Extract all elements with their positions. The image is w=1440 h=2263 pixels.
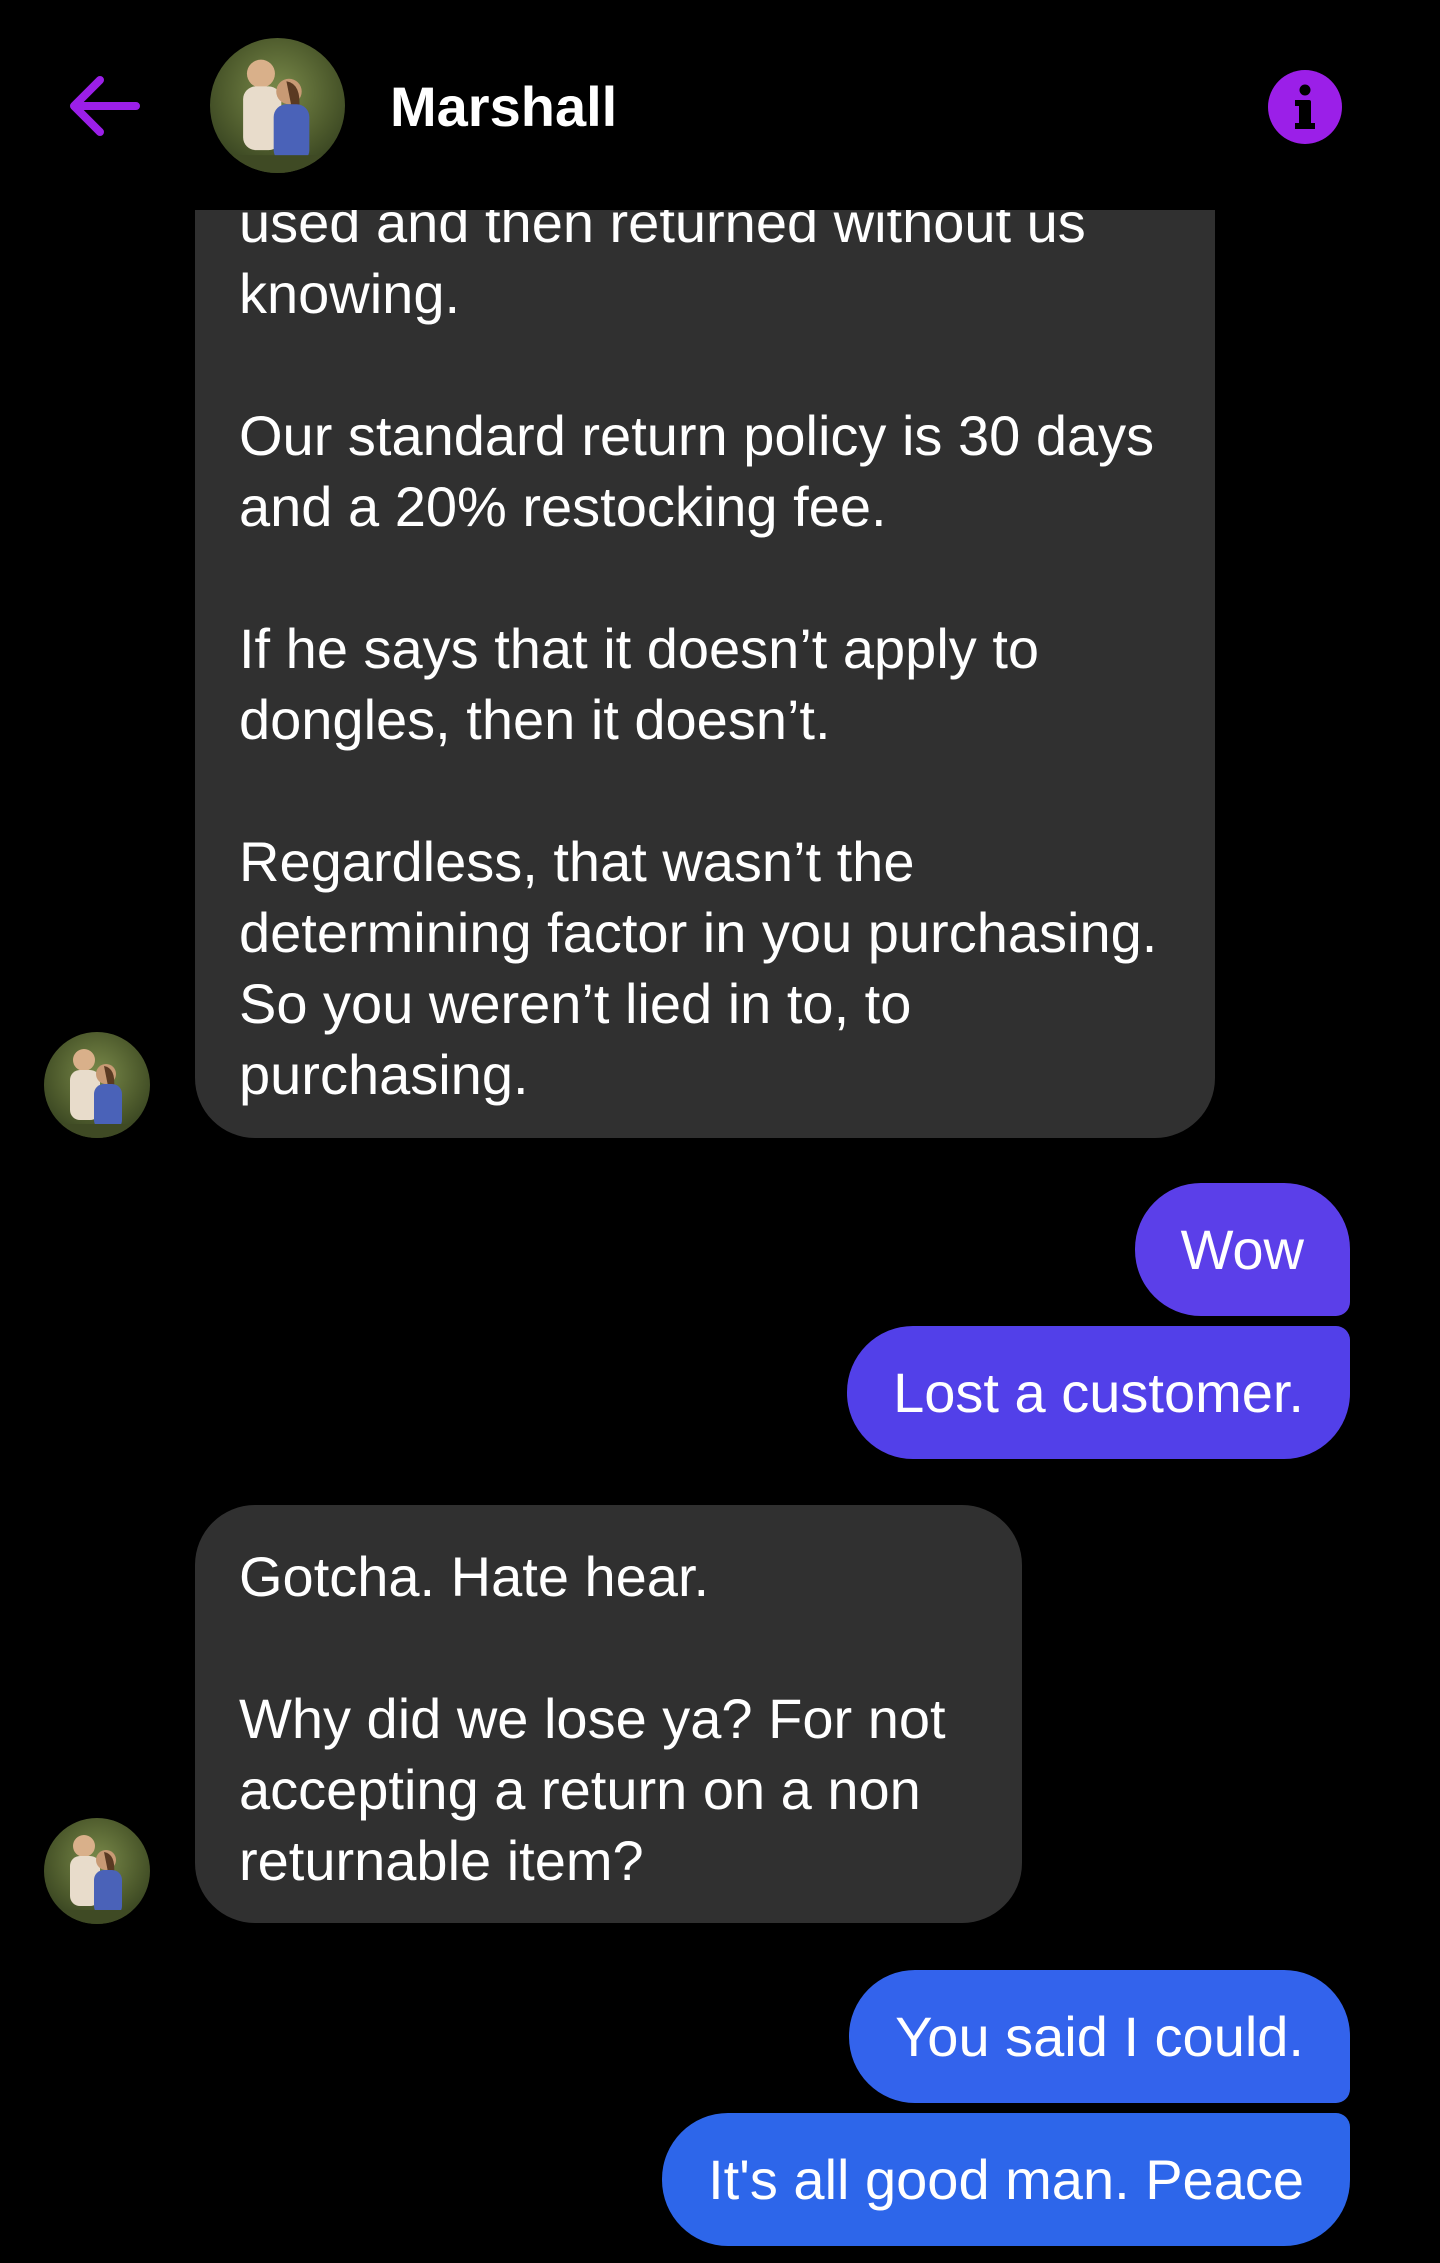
info-icon[interactable] [1268, 70, 1342, 144]
contact-avatar[interactable] [44, 1032, 150, 1138]
incoming-message-bubble[interactable]: Gotcha. Hate hear. Why did we lose ya? F… [195, 1505, 1022, 1923]
message-thread: used and then returned without us knowin… [0, 0, 1440, 2263]
contact-photo-icon [44, 1032, 150, 1138]
message-text: It's all good man. Peace [708, 2148, 1304, 2211]
outgoing-message-bubble[interactable]: It's all good man. Peace [662, 2113, 1350, 2246]
incoming-message-bubble[interactable]: used and then returned without us knowin… [195, 90, 1215, 1138]
message-text: Wow [1180, 1218, 1304, 1281]
message-text: Lost a customer. [893, 1361, 1304, 1424]
message-text: used and then returned without us knowin… [239, 191, 1158, 1106]
contact-photo-icon [210, 38, 345, 173]
message-text: Gotcha. Hate hear. Why did we lose ya? F… [239, 1545, 946, 1892]
outgoing-message-bubble[interactable]: Wow [1134, 1183, 1350, 1316]
outgoing-message-bubble[interactable]: Lost a customer. [847, 1326, 1350, 1459]
contact-avatar-large[interactable] [210, 38, 345, 173]
conversation-header: Marshall [0, 0, 1440, 210]
message-text: You said I could. [895, 2005, 1304, 2068]
contact-avatar[interactable] [44, 1818, 150, 1924]
outgoing-message-bubble[interactable]: You said I could. [849, 1970, 1350, 2103]
arrow-left-icon[interactable] [66, 68, 142, 144]
contact-name[interactable]: Marshall [390, 72, 617, 142]
contact-photo-icon [44, 1818, 150, 1924]
